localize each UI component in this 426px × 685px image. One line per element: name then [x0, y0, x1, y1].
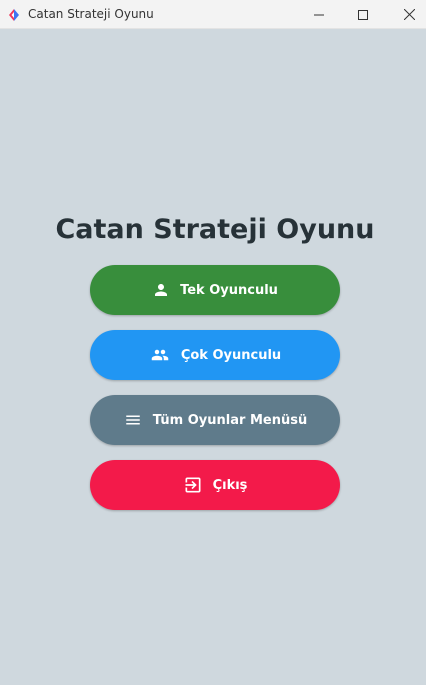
exit-label: Çıkış	[212, 477, 248, 493]
page-title: Catan Strateji Oyunu	[55, 214, 375, 245]
minimize-icon	[314, 10, 324, 20]
exit-icon	[183, 475, 203, 495]
menu-icon	[123, 411, 143, 429]
maximize-button[interactable]	[340, 0, 386, 29]
person-icon	[152, 281, 170, 299]
multiplayer-button[interactable]: Çok Oyunculu	[90, 330, 340, 380]
single-player-label: Tek Oyunculu	[180, 282, 278, 298]
all-games-menu-label: Tüm Oyunlar Menüsü	[152, 412, 308, 428]
close-button[interactable]	[386, 0, 426, 29]
maximize-icon	[358, 9, 368, 20]
main-content: Catan Strateji Oyunu Tek Oyunculu Çok Oy…	[0, 29, 426, 685]
title-bar[interactable]: Catan Strateji Oyunu	[0, 0, 426, 29]
window-title: Catan Strateji Oyunu	[28, 7, 154, 21]
all-games-menu-button[interactable]: Tüm Oyunlar Menüsü	[90, 395, 340, 445]
minimize-button[interactable]	[296, 0, 342, 29]
app-logo-icon	[7, 7, 21, 21]
app-window: Catan Strateji Oyunu Catan Strateji Oyun…	[0, 0, 426, 685]
exit-button[interactable]: Çıkış	[90, 460, 340, 510]
single-player-button[interactable]: Tek Oyunculu	[90, 265, 340, 315]
multiplayer-label: Çok Oyunculu	[180, 347, 282, 363]
people-icon	[149, 346, 171, 364]
close-icon	[403, 9, 415, 20]
